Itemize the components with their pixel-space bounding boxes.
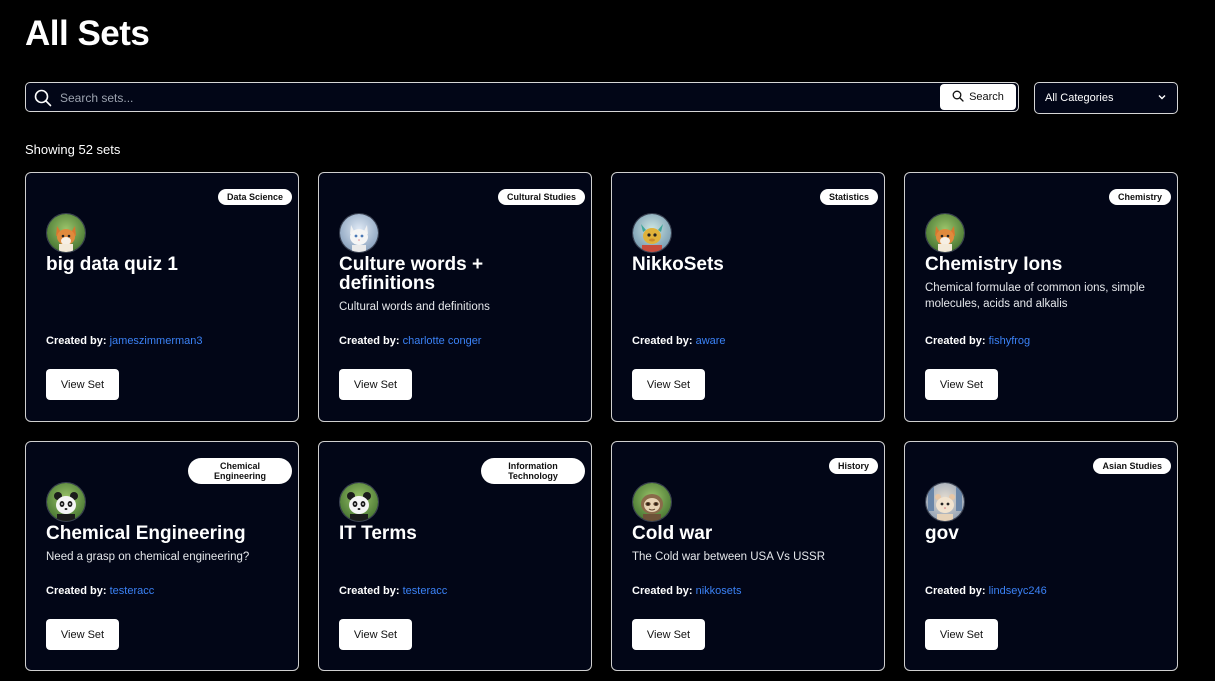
search-button-icon [952, 90, 964, 105]
set-card: Chemistry Chemistry Ions Chemical formul… [904, 172, 1178, 422]
set-description: The Cold war between USA Vs USSR [632, 551, 826, 563]
created-by-label: Created by: [46, 585, 107, 597]
set-title: Chemistry Ions [925, 254, 1063, 275]
view-set-button[interactable]: View Set [339, 369, 412, 400]
result-count: Showing 52 sets [25, 142, 121, 157]
view-set-button[interactable]: View Set [632, 369, 705, 400]
created-by-label: Created by: [632, 335, 693, 347]
category-badge: Asian Studies [1093, 458, 1171, 474]
creator-line: Created by: testeracc [46, 585, 154, 597]
category-select[interactable]: All Categories [1034, 82, 1178, 114]
set-title: Chemical Engineering [46, 523, 246, 544]
page-title: All Sets [25, 14, 150, 53]
created-by-label: Created by: [925, 585, 986, 597]
panda-avatar [46, 482, 86, 522]
category-badge: Cultural Studies [497, 189, 585, 205]
set-card: Chemical Engineering Chemical Engineerin… [25, 441, 299, 671]
creator-link[interactable]: jameszimmerman3 [110, 335, 203, 347]
view-set-button[interactable]: View Set [339, 619, 412, 650]
created-by-label: Created by: [339, 335, 400, 347]
set-title: Culture words + definitions [339, 254, 484, 294]
created-by-label: Created by: [925, 335, 986, 347]
set-card: Data Science big data quiz 1 Created by:… [25, 172, 299, 422]
creator-line: Created by: aware [632, 335, 726, 347]
dragon-avatar [632, 213, 672, 253]
category-badge: Information Technology [481, 458, 585, 484]
creator-link[interactable]: aware [696, 335, 726, 347]
fox-avatar [925, 213, 965, 253]
category-badge: Statistics [819, 189, 878, 205]
search-input[interactable] [58, 88, 942, 108]
search-button[interactable]: Search [940, 84, 1016, 110]
set-description: Cultural words and definitions [339, 301, 490, 313]
set-description: Chemical formulae of common ions, simple… [925, 282, 1145, 310]
view-set-button[interactable]: View Set [925, 619, 998, 650]
cat-avatar [339, 213, 379, 253]
creator-link[interactable]: nikkosets [696, 585, 742, 597]
creator-line: Created by: nikkosets [632, 585, 741, 597]
creator-line: Created by: jameszimmerman3 [46, 335, 203, 347]
creator-line: Created by: charlotte conger [339, 335, 481, 347]
creator-line: Created by: testeracc [339, 585, 447, 597]
created-by-label: Created by: [632, 585, 693, 597]
category-badge: Data Science [217, 189, 292, 205]
creator-line: Created by: lindseyc246 [925, 585, 1047, 597]
view-set-button[interactable]: View Set [632, 619, 705, 650]
search-button-label: Search [969, 91, 1004, 103]
set-title: NikkoSets [632, 254, 724, 275]
set-card: Statistics NikkoSets Created by: aware V… [611, 172, 885, 422]
set-card: Information Technology IT Terms Created … [318, 441, 592, 671]
set-description: Need a grasp on chemical engineering? [46, 551, 250, 563]
category-badge: Chemical Engineering [188, 458, 292, 484]
set-card: Cultural Studies Culture words + definit… [318, 172, 592, 422]
set-title: Cold war [632, 523, 713, 544]
creator-link[interactable]: lindseyc246 [989, 585, 1047, 597]
category-badge: History [828, 458, 878, 474]
category-select-value: All Categories [1045, 92, 1114, 104]
view-set-button[interactable]: View Set [46, 369, 119, 400]
sets-grid: Data Science big data quiz 1 Created by:… [25, 172, 1178, 422]
sets-grid-row-2: Chemical Engineering Chemical Engineerin… [25, 441, 1178, 671]
created-by-label: Created by: [46, 335, 107, 347]
sloth-avatar [632, 482, 672, 522]
view-set-button[interactable]: View Set [925, 369, 998, 400]
category-badge: Chemistry [1108, 189, 1171, 205]
creator-link[interactable]: charlotte conger [403, 335, 482, 347]
hamster-avatar [925, 482, 965, 522]
search-icon [34, 89, 52, 112]
search-bar: Search [25, 82, 1019, 112]
creator-line: Created by: fishyfrog [925, 335, 1030, 347]
chevron-down-icon [1157, 92, 1167, 105]
set-card: History Cold war The Cold war between US… [611, 441, 885, 671]
view-set-button[interactable]: View Set [46, 619, 119, 650]
created-by-label: Created by: [339, 585, 400, 597]
set-card: Asian Studies gov Created by: lindseyc24… [904, 441, 1178, 671]
panda-avatar [339, 482, 379, 522]
fox-avatar [46, 213, 86, 253]
set-title: IT Terms [339, 523, 417, 544]
set-title: big data quiz 1 [46, 254, 178, 275]
creator-link[interactable]: testeracc [110, 585, 155, 597]
creator-link[interactable]: testeracc [403, 585, 448, 597]
creator-link[interactable]: fishyfrog [989, 335, 1031, 347]
set-title: gov [925, 523, 959, 544]
